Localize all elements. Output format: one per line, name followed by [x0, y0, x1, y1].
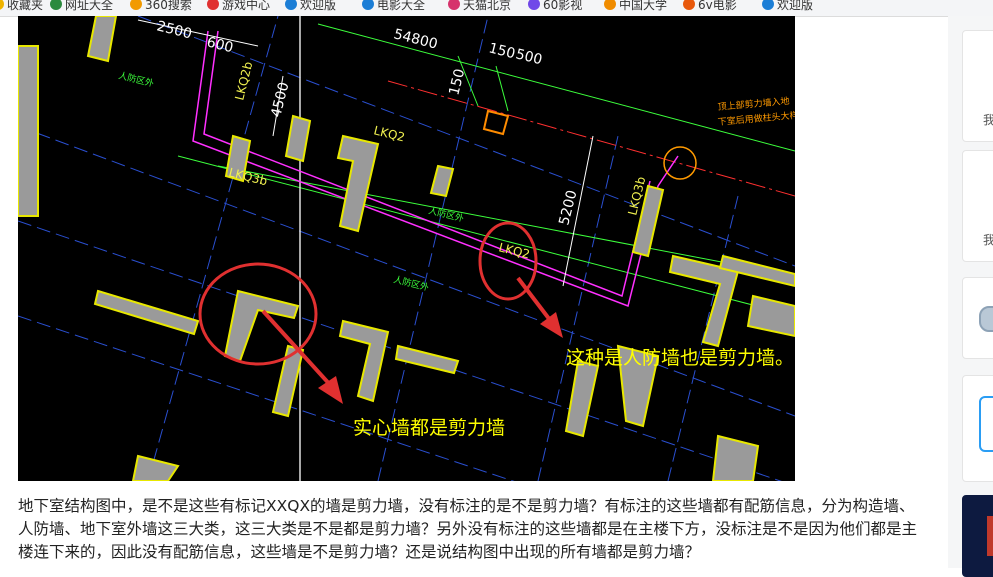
sidebar-card[interactable]: 我 [962, 150, 993, 262]
film-icon [362, 0, 374, 10]
bookmark-item[interactable]: 360搜索 [130, 0, 192, 12]
sidebar-card[interactable] [962, 277, 993, 359]
bookmarks-bar: 收藏夹 网址大全 360搜索 游戏中心 欢迎版 电影大全 天猫北京 60影视 中… [0, 0, 993, 17]
bookmark-item[interactable]: 天猫北京 [448, 0, 511, 12]
sidebar-card-label: 我 [983, 113, 993, 127]
bookmark-item[interactable]: 6v电影 [683, 0, 737, 12]
dimension-text: 600 [205, 34, 235, 56]
annotation-solid-walls: 实心墙都是剪力墙 [353, 417, 505, 439]
dimension-text: 150 [487, 40, 517, 62]
arrow-solid-walls [261, 309, 343, 404]
wall-label: LKQ2 [372, 123, 406, 144]
dimension-text: 150 [446, 67, 468, 97]
note-line: 顶上部剪力墙入地 [717, 95, 790, 113]
cad-drawing-image[interactable]: 2500 600 54800 150 500 150 4500 5200 LKQ… [18, 16, 795, 481]
sidebar-card[interactable] [962, 495, 993, 577]
search-icon [130, 0, 142, 10]
dimension-text: 4500 [268, 81, 292, 119]
sidebar-card[interactable] [962, 375, 993, 482]
arrow-civil-defense [516, 276, 563, 338]
globe-icon [50, 0, 62, 10]
sidebar-card[interactable]: 我 [962, 30, 993, 142]
dimension-text: 2500 [155, 18, 193, 42]
drawing-note: 顶上部剪力墙入地 下室后用做柱头大样 [717, 95, 795, 128]
game-icon [207, 0, 219, 10]
bookmark-item[interactable]: 游戏中心 [207, 0, 270, 12]
dimension-text: 5200 [556, 189, 580, 227]
sidebar-card-label: 我 [983, 233, 993, 247]
bookmark-item[interactable]: 电影大全 [362, 0, 425, 12]
dimension-text: 54800 [392, 26, 439, 52]
film-icon [683, 0, 695, 10]
room-label: 人防区外 [117, 69, 155, 89]
medal-icon [979, 306, 993, 332]
room-labels: 人防区外 人防区外 人防区外 [117, 69, 465, 293]
bookmark-item[interactable]: 网址大全 [50, 0, 113, 12]
bookmark-item[interactable]: 欢迎版 [285, 0, 336, 12]
flag-icon [285, 0, 297, 10]
phone-icon [979, 396, 993, 452]
tmall-icon [448, 0, 460, 10]
star-icon [604, 0, 616, 10]
dimension-texts: 2500 600 54800 150 500 150 4500 5200 [155, 18, 580, 227]
folder-icon [0, 0, 4, 10]
bookmark-item[interactable]: 收藏夹 [0, 0, 43, 12]
room-label: 人防区外 [392, 273, 430, 293]
annotation-civil-defense: 这种是人防墙也是剪力墙。 [566, 347, 794, 369]
bookmark-item[interactable]: 欢迎版 [762, 0, 813, 12]
question-text: 地下室结构图中，是不是这些有标记XXQX的墙是剪力墙，没有标注的是不是剪力墙？有… [18, 497, 918, 561]
wall-label: LKQ3b [227, 165, 268, 188]
flag-icon [762, 0, 774, 10]
bookmark-item[interactable]: 中国大学 [604, 0, 667, 12]
room-label: 人防区外 [427, 204, 465, 224]
bookmark-item[interactable]: 60影视 [528, 0, 582, 12]
dimension-text: 500 [514, 46, 544, 68]
video-icon [528, 0, 540, 10]
wall-label: LKQ2b [232, 60, 255, 101]
thumbnail-icon [987, 516, 993, 556]
